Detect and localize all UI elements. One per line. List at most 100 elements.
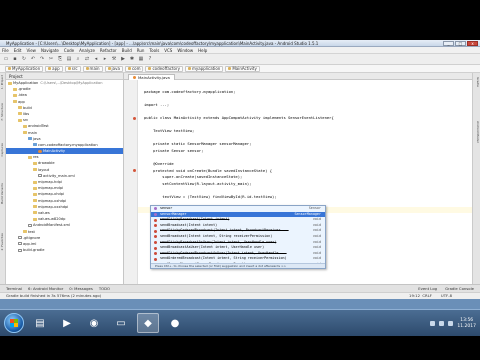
window-titlebar[interactable]: MyApplication - [C:\Users\...\Desktop\My… <box>0 40 480 47</box>
sync-icon[interactable]: ↻ <box>21 56 27 62</box>
tree-item-label: app.iml <box>23 241 37 246</box>
folder-icon <box>18 112 22 116</box>
code-text: import ...; <box>144 101 170 107</box>
code-line: import ...; <box>144 102 169 108</box>
menu-item-code[interactable]: Code <box>64 48 74 53</box>
bottom-tab[interactable]: 6: Android Monitor <box>28 286 63 291</box>
forward-icon[interactable]: ▸ <box>102 56 108 62</box>
tree-item-label: MyApplication <box>13 81 39 85</box>
undo-icon[interactable]: ↶ <box>30 56 36 62</box>
suggestion-name: sendBroadcastAsUser(Intent intent, UserH… <box>160 245 265 250</box>
paste-icon[interactable]: ▤ <box>66 56 72 62</box>
folder-icon[interactable]: ▭ <box>3 56 9 62</box>
menu-item-build[interactable]: Build <box>122 48 132 53</box>
back-icon[interactable]: ◂ <box>93 56 99 62</box>
folder-icon <box>33 186 37 190</box>
tree-item-label: test <box>28 229 35 234</box>
menu-item-vcs[interactable]: VCS <box>164 48 172 53</box>
window-buttons: _ □ x <box>443 40 478 47</box>
breadcrumb-item[interactable]: main <box>82 65 103 72</box>
cut-icon[interactable]: ✂ <box>48 56 54 62</box>
desktop-background <box>0 299 480 309</box>
maximize-button[interactable]: □ <box>455 41 466 46</box>
save-icon[interactable]: ▪ <box>12 56 18 62</box>
flag-icon[interactable] <box>430 321 436 326</box>
code-line: package com.codeoffactory.myapplication; <box>144 89 235 95</box>
override-marker-icon[interactable] <box>133 169 136 173</box>
letterbox-top <box>0 0 480 40</box>
start-button[interactable] <box>4 313 24 333</box>
code-line: protected void onCreate(Bundle savedInst… <box>144 168 272 174</box>
network-icon[interactable] <box>439 321 445 326</box>
replace-icon[interactable]: ⇄ <box>84 56 90 62</box>
bottom-tab[interactable]: Terminal <box>6 286 22 291</box>
field-icon <box>154 212 157 216</box>
menu-item-help[interactable]: Help <box>198 48 207 53</box>
sdk-icon[interactable]: ▦ <box>138 56 144 62</box>
project-panel-header[interactable]: Project <box>6 73 123 80</box>
java-class-icon <box>38 149 42 153</box>
breadcrumb-item[interactable]: codeoffactory <box>145 65 184 72</box>
code-text: textView = (TextView) findViewById(R.id.… <box>144 194 277 200</box>
tree-item-label: mipmap-xxhdpi <box>38 198 67 203</box>
media-player-icon[interactable]: ▶ <box>56 313 78 333</box>
breadcrumb-item[interactable]: java <box>104 65 123 72</box>
suggestion-name: sendStickyBroadcastAsUser(Intent intent,… <box>160 239 277 244</box>
override-marker-icon[interactable] <box>133 116 136 120</box>
tool-window-gradle[interactable]: Gradle <box>474 77 480 87</box>
menu-item-tools[interactable]: Tools <box>149 48 159 53</box>
build-icon[interactable]: ⚒ <box>111 56 117 62</box>
bottom-tab[interactable]: Event Log <box>418 286 437 291</box>
breadcrumb-item[interactable]: src <box>64 65 81 72</box>
tree-item-label: values <box>38 210 50 215</box>
method-icon <box>154 224 157 228</box>
autocomplete-popup: sensor Sensor sensorManager SensorManager se… <box>150 205 326 269</box>
android-studio-icon[interactable]: ◆ <box>137 313 159 333</box>
menu-item-navigate[interactable]: Navigate <box>41 48 59 53</box>
menu-item-window[interactable]: Window <box>177 48 193 53</box>
copy-icon[interactable]: ⎘ <box>57 56 63 62</box>
breadcrumb-item[interactable]: com <box>124 65 144 72</box>
firefox-icon[interactable]: ◉ <box>83 313 105 333</box>
breadcrumb-item[interactable]: myapplication <box>185 65 224 72</box>
suggestion-name: sendBroadcast(Intent intent, String rece… <box>160 233 273 238</box>
tool-window-android-model[interactable]: Android Model <box>474 121 480 143</box>
breadcrumb-item[interactable]: MyApplication <box>5 65 44 72</box>
explorer-icon[interactable]: ▤ <box>29 313 51 333</box>
bottom-tab[interactable]: Gradle Console <box>445 286 474 291</box>
code-line: public class MainActivity extends AppCom… <box>144 115 334 121</box>
chrome-icon[interactable]: ● <box>164 313 186 333</box>
editor-tabs: MainActivity.java <box>124 73 472 80</box>
menu-item-analyze[interactable]: Analyze <box>79 48 95 53</box>
breadcrumb-item[interactable]: app <box>45 65 63 72</box>
folder-icon <box>107 67 111 70</box>
minimize-button[interactable]: _ <box>443 41 454 46</box>
menu-item-refactor[interactable]: Refactor <box>100 48 117 53</box>
editor-gutter[interactable] <box>124 80 138 284</box>
folder-icon[interactable]: ▭ <box>110 313 132 333</box>
search-icon[interactable]: ⌕ <box>75 56 81 62</box>
run-icon[interactable]: ▶ <box>120 56 126 62</box>
tree-item[interactable]: build.gradle <box>6 247 123 253</box>
menu-item-file[interactable]: File <box>2 48 9 53</box>
help-icon[interactable]: ? <box>147 56 153 62</box>
taskbar: ▤ ▶ ◉ ▭ ◆ ● 13:56 11.2017 <box>0 309 480 336</box>
clock-date: 11.2017 <box>457 323 476 329</box>
redo-icon[interactable]: ↷ <box>39 56 45 62</box>
tree-item-label: app <box>18 99 25 104</box>
menu-item-run[interactable]: Run <box>137 48 145 53</box>
menu-item-edit[interactable]: Edit <box>14 48 22 53</box>
debug-icon[interactable]: ✱ <box>129 56 135 62</box>
volume-icon[interactable] <box>448 321 454 326</box>
autocomplete-hint: Press Ctrl+. to choose the selected (or … <box>151 263 325 268</box>
close-button[interactable]: x <box>467 41 478 46</box>
bottom-tab[interactable]: 0: Messages <box>69 286 93 291</box>
menu-item-view[interactable]: View <box>26 48 36 53</box>
method-icon <box>154 257 157 261</box>
menu-bar: File Edit View Navigate Code Analyze Refactor B… <box>0 47 480 54</box>
bottom-tab[interactable]: TODO <box>99 286 110 291</box>
clock[interactable]: 13:56 11.2017 <box>457 318 476 330</box>
suggestion-name: sendBroadcast(Intent intent) <box>160 222 218 227</box>
breadcrumb-item[interactable]: MainActivity <box>225 65 260 72</box>
folder-icon <box>33 211 37 215</box>
